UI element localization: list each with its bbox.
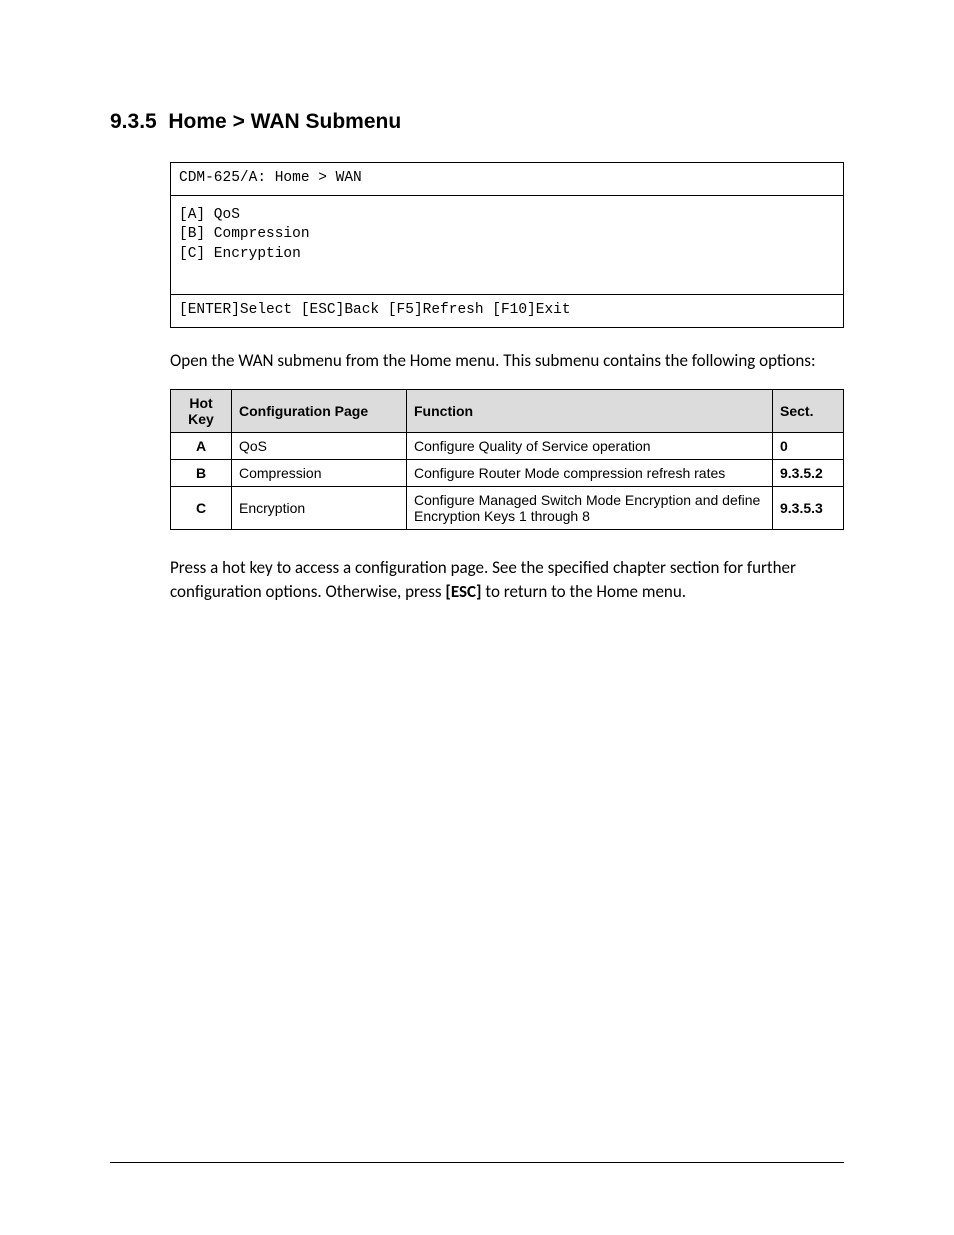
table-row: C Encryption Configure Managed Switch Mo… <box>171 486 844 529</box>
th-function: Function <box>407 389 773 432</box>
cell-function: Configure Router Mode compression refres… <box>407 459 773 486</box>
cell-config: Encryption <box>232 486 407 529</box>
cell-sect: 9.3.5.2 <box>773 459 844 486</box>
outro-text-2: to return to the Home menu. <box>482 581 686 602</box>
th-sect: Sect. <box>773 389 844 432</box>
table-header-row: HotKey Configuration Page Function Sect. <box>171 389 844 432</box>
heading-number: 9.3.5 <box>110 110 157 133</box>
outro-esc: [ESC] <box>445 581 481 602</box>
table-row: A QoS Configure Quality of Service opera… <box>171 432 844 459</box>
outro-paragraph: Press a hot key to access a configuratio… <box>170 556 844 604</box>
terminal-line: [B] Compression <box>179 225 835 245</box>
cell-config: Compression <box>232 459 407 486</box>
section-heading: 9.3.5 Home > WAN Submenu <box>110 110 844 134</box>
th-hotkey: HotKey <box>171 389 232 432</box>
cell-hotkey: A <box>171 432 232 459</box>
terminal-line: [C] Encryption <box>179 245 835 265</box>
terminal-line: [A] QoS <box>179 206 835 226</box>
cell-sect: 9.3.5.3 <box>773 486 844 529</box>
heading-title: Home > WAN Submenu <box>168 110 401 133</box>
terminal-body: [A] QoS [B] Compression [C] Encryption <box>171 196 843 296</box>
page-footer-rule <box>110 1162 844 1163</box>
table-row: B Compression Configure Router Mode comp… <box>171 459 844 486</box>
cell-config: QoS <box>232 432 407 459</box>
cell-hotkey: C <box>171 486 232 529</box>
th-config: Configuration Page <box>232 389 407 432</box>
options-table: HotKey Configuration Page Function Sect.… <box>170 389 844 530</box>
cell-function: Configure Managed Switch Mode Encryption… <box>407 486 773 529</box>
terminal-footer: [ENTER]Select [ESC]Back [F5]Refresh [F10… <box>171 295 843 328</box>
cell-sect: 0 <box>773 432 844 459</box>
cell-hotkey: B <box>171 459 232 486</box>
terminal-screenshot: CDM-625/A: Home > WAN [A] QoS [B] Compre… <box>170 162 844 328</box>
intro-paragraph: Open the WAN submenu from the Home menu.… <box>170 350 844 373</box>
cell-function: Configure Quality of Service operation <box>407 432 773 459</box>
terminal-title: CDM-625/A: Home > WAN <box>171 163 843 196</box>
